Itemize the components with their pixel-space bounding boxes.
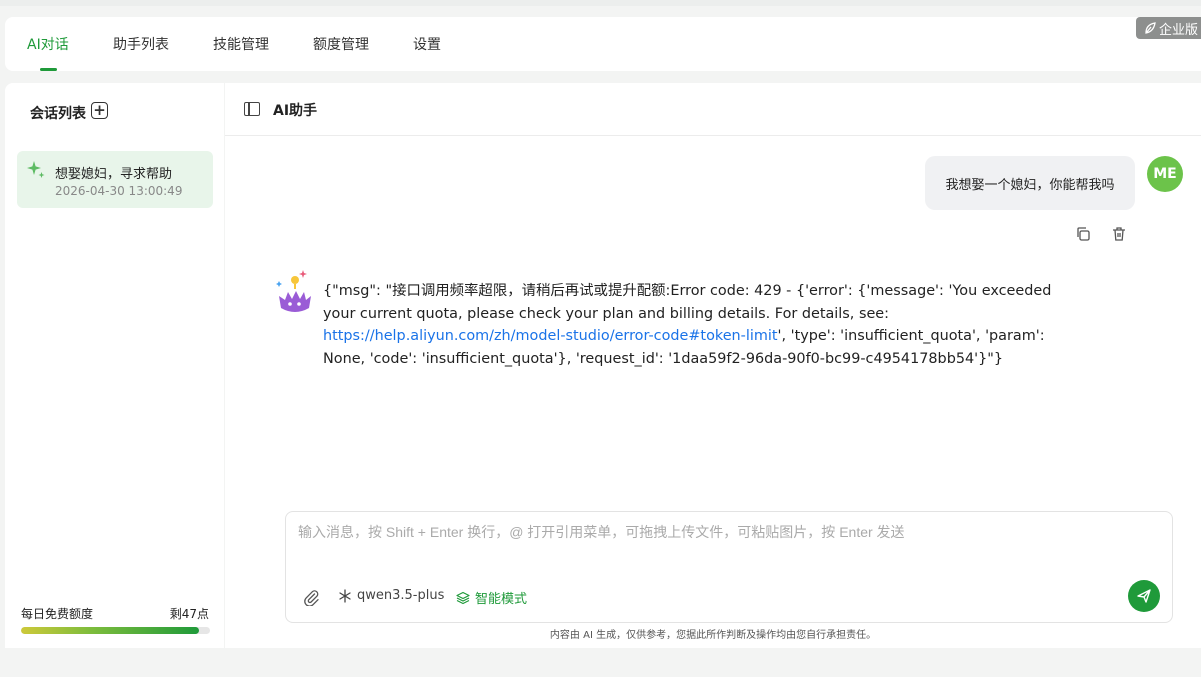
quota-remaining: 剩47点 (169, 607, 209, 621)
chat-panel: AI助手 我想娶一个媳妇，你能帮我吗 ME {"msg": "接口调用频率超限，… (225, 83, 1201, 648)
assistant-avatar-icon (276, 270, 311, 312)
user-message-text: 我想娶一个媳妇，你能帮我吗 (945, 177, 1115, 193)
tab-ai-chat[interactable]: AI对话 (27, 34, 69, 54)
quota-progress-bar (21, 627, 210, 634)
model-icon (339, 588, 351, 603)
conversation-item[interactable]: 想娶媳妇，寻求帮助 2026-04-30 13:00:49 (17, 151, 213, 208)
send-button[interactable] (1128, 580, 1160, 612)
daily-quota-label: 每日免费额度 (21, 607, 94, 621)
conversation-list-title: 会话列表 (30, 106, 86, 122)
error-docs-link[interactable]: https://help.aliyun.com/zh/model-studio/… (323, 328, 778, 344)
sparkle-icon (27, 161, 45, 178)
user-avatar: ME (1147, 156, 1183, 192)
send-icon (1137, 589, 1151, 603)
model-name: qwen3.5-plus (357, 588, 445, 603)
plus-icon: + (93, 101, 106, 119)
user-message-bubble: 我想娶一个媳妇，你能帮我吗 (925, 156, 1135, 210)
top-nav: AI对话 助手列表 技能管理 额度管理 设置 (5, 17, 1201, 71)
ai-disclaimer: 内容由 AI 生成，仅供参考，您据此所作判断及操作均由您自行承担责任。 (549, 630, 877, 641)
active-tab-indicator (40, 68, 57, 71)
mode-label: 智能模式 (475, 592, 528, 607)
conversation-time: 2026-04-30 13:00:49 (55, 184, 183, 198)
sidebar-toggle-icon[interactable] (244, 102, 260, 116)
message-input[interactable] (298, 524, 1158, 540)
top-strip (0, 0, 1201, 6)
tab-settings[interactable]: 设置 (413, 34, 441, 54)
tab-assistant-list[interactable]: 助手列表 (113, 34, 169, 54)
conversation-title: 想娶媳妇，寻求帮助 (55, 167, 173, 182)
chat-title: AI助手 (273, 103, 318, 119)
new-conversation-button[interactable]: + (91, 102, 108, 119)
leaf-icon (1145, 22, 1156, 34)
model-selector[interactable]: qwen3.5-plus (338, 588, 444, 603)
attachment-icon[interactable] (302, 588, 320, 606)
layers-icon (456, 591, 470, 604)
assistant-message-text-before: {"msg": "接口调用频率超限，请稍后再试或提升配额:Error code:… (323, 283, 1052, 322)
enterprise-badge-label: 企业版 (1159, 22, 1199, 38)
tab-skill-management[interactable]: 技能管理 (213, 34, 269, 54)
quota-progress-fill (21, 627, 199, 634)
smart-mode-toggle[interactable]: 智能模式 (456, 588, 527, 607)
enterprise-badge[interactable]: 企业版 (1136, 17, 1201, 39)
tab-quota-management[interactable]: 额度管理 (313, 34, 369, 54)
conversation-sidebar: 会话列表 + 想娶媳妇，寻求帮助 2026-04-30 13:00:49 每日免… (5, 83, 224, 648)
copy-icon[interactable] (1075, 226, 1091, 242)
message-composer: qwen3.5-plus 智能模式 (285, 511, 1173, 623)
assistant-message: {"msg": "接口调用频率超限，请稍后再试或提升配额:Error code:… (323, 280, 1053, 370)
trash-icon[interactable] (1111, 226, 1127, 242)
chat-header: AI助手 (225, 83, 1201, 136)
